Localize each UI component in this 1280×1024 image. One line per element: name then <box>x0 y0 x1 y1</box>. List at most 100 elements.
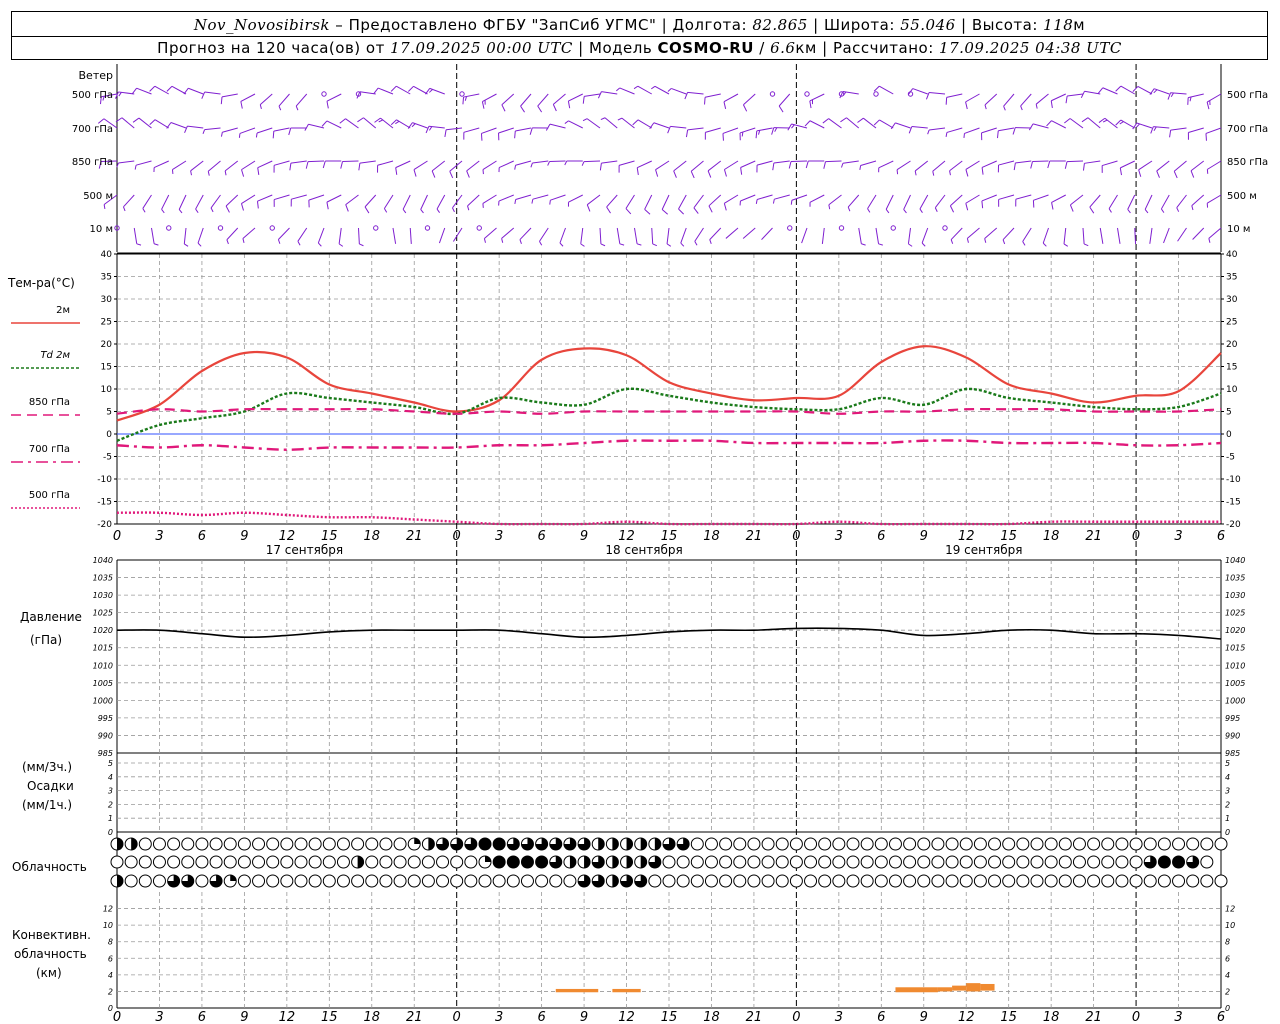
barb-feather <box>549 200 551 205</box>
barb-feather <box>436 208 441 213</box>
cloud-symbol <box>577 874 591 888</box>
barb-shaft <box>1190 160 1205 172</box>
pressure-ytick-left: 1030 <box>93 591 113 600</box>
barb-shaft <box>515 127 532 132</box>
cloud-circle <box>181 855 195 869</box>
barb-shaft <box>967 227 980 239</box>
wind-barb <box>224 160 239 176</box>
cloud-circle <box>860 837 874 851</box>
barb-feather <box>224 170 227 176</box>
barb-shaft <box>1084 90 1101 95</box>
hour-label-temp: 3 <box>1174 529 1182 544</box>
hour-label-temp: 6 <box>537 529 545 544</box>
barb-shaft <box>912 88 928 95</box>
barb-feather <box>632 119 639 126</box>
wind-barb <box>436 194 446 213</box>
cloud-circle <box>407 855 421 869</box>
cloud-symbol <box>1115 855 1129 869</box>
barb-feather <box>788 161 792 169</box>
barb-shaft <box>345 194 359 206</box>
wind-barb <box>667 87 687 95</box>
wind-barb <box>131 87 152 95</box>
barb-feather <box>153 243 159 246</box>
barb-feather <box>965 101 968 110</box>
wind-barb <box>501 227 515 243</box>
cloud-circle <box>1101 874 1115 888</box>
cloud-symbol <box>308 874 322 888</box>
barb-shaft <box>1206 194 1222 204</box>
barb-feather <box>545 123 551 131</box>
cloud-symbol <box>110 874 124 888</box>
hour-label-bottom: 0 <box>113 1010 121 1024</box>
barb-feather <box>1170 92 1174 98</box>
cloud-symbol <box>1172 837 1186 851</box>
wind-barb <box>932 160 946 176</box>
barb-feather <box>539 241 543 246</box>
cloud-symbol <box>931 874 945 888</box>
cloud-fill <box>117 875 123 887</box>
barb-shaft <box>118 160 135 164</box>
wind-barb <box>934 194 946 212</box>
barb-shaft <box>929 92 946 95</box>
cloud-symbol <box>1186 855 1200 869</box>
wind-level-label-left: 500 м <box>83 191 113 202</box>
wind-barb <box>678 194 687 215</box>
cloud-symbol <box>252 855 266 869</box>
barb-feather <box>949 205 955 213</box>
cloud-circle <box>138 855 152 869</box>
barb-feather <box>564 120 569 124</box>
barb-feather <box>131 87 137 95</box>
wind-barb <box>847 194 860 212</box>
cloud-circle <box>747 837 761 851</box>
cloud-symbol <box>648 874 662 888</box>
barb-feather <box>1064 118 1071 124</box>
barb-shaft <box>821 227 825 244</box>
hour-label-bottom: 6 <box>877 1010 885 1024</box>
wind-barb <box>564 120 583 129</box>
cloud-symbol <box>1157 874 1171 888</box>
cloud-circle <box>110 855 124 869</box>
wind-barb <box>220 127 238 137</box>
wind-barb <box>407 122 428 129</box>
convective-unit: (км) <box>36 966 62 980</box>
cloud-symbol <box>747 855 761 869</box>
cloud-symbol <box>620 874 634 888</box>
barb-feather <box>704 97 706 105</box>
cloud-symbol <box>492 874 506 888</box>
cloud-symbol <box>789 874 803 888</box>
cloud-symbol <box>478 874 492 888</box>
barb-shaft <box>1051 194 1066 203</box>
legend-label-3: 700 гПа <box>29 444 70 455</box>
cloud-circle <box>1087 855 1101 869</box>
wind-barb <box>134 160 152 170</box>
cloud-circle <box>704 874 718 888</box>
temp-ytick-right: 15 <box>1226 363 1237 373</box>
barb-feather <box>289 163 292 171</box>
barb-feather <box>238 133 241 138</box>
cloud-circle <box>351 874 365 888</box>
temp-ytick-right: 40 <box>1226 250 1238 260</box>
barb-shaft <box>619 87 635 95</box>
cloud-symbol <box>818 855 832 869</box>
cloud-circle <box>959 855 973 869</box>
barb-shaft <box>965 160 980 170</box>
cloud-symbol <box>421 837 435 851</box>
wind-barb <box>149 85 169 95</box>
cloud-circle <box>1115 874 1129 888</box>
barb-shaft <box>154 85 169 95</box>
pressure-ytick-left: 1000 <box>93 696 113 705</box>
cloud-symbol <box>549 874 563 888</box>
cloud-circle <box>1044 855 1058 869</box>
barb-shaft <box>919 194 929 210</box>
cloud-symbol <box>761 855 775 869</box>
wind-level-label-right: 850 гПа <box>1227 157 1268 168</box>
wind-barb <box>927 127 946 135</box>
barb-shaft <box>878 160 894 169</box>
cloud-circle <box>917 837 931 851</box>
convective-segment <box>937 987 953 992</box>
wind-barb <box>183 227 189 247</box>
precip-ytick-left: 4 <box>108 773 113 782</box>
wind-barb <box>617 117 635 129</box>
barb-feather <box>178 209 183 214</box>
cloud-symbol <box>874 837 888 851</box>
